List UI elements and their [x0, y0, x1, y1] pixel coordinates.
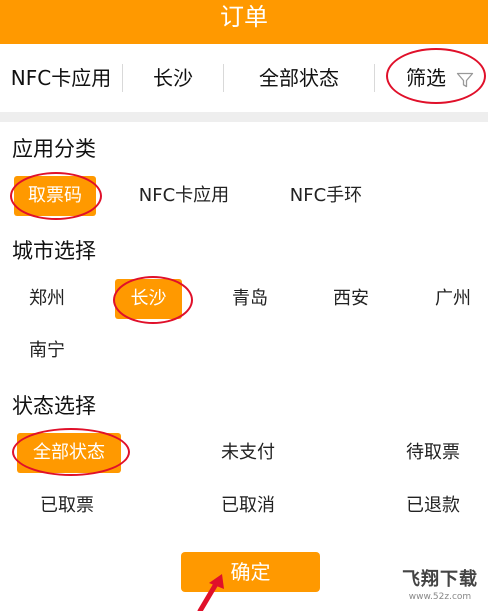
- city-option-qingdao[interactable]: 青岛: [217, 279, 283, 319]
- filter-city-tab[interactable]: 长沙: [123, 44, 223, 112]
- city-option-zhengzhou[interactable]: 郑州: [14, 279, 80, 319]
- annotation-circle-status: [12, 428, 130, 476]
- category-option-nfc-card[interactable]: NFC卡应用: [128, 176, 240, 216]
- annotation-circle-category: [10, 172, 102, 220]
- watermark-url-text: www.52z.com: [408, 592, 472, 602]
- city-option-nanning[interactable]: 南宁: [14, 331, 80, 371]
- filter-divider: [374, 64, 375, 92]
- watermark-logo: 飞翔下载 www.52z.com: [395, 569, 485, 609]
- status-option-cancelled[interactable]: 已取消: [196, 486, 300, 526]
- app-header: 订单: [0, 0, 488, 44]
- annotation-circle-city: [113, 276, 193, 324]
- section-divider-band: [0, 112, 488, 122]
- status-option-refunded[interactable]: 已退款: [381, 486, 485, 526]
- watermark-main-text: 飞翔下载: [402, 569, 478, 590]
- status-option-unpaid[interactable]: 未支付: [196, 433, 300, 473]
- city-option-guangzhou[interactable]: 广州: [420, 279, 486, 319]
- annotation-circle-filter: [386, 48, 486, 104]
- status-option-picked-up[interactable]: 已取票: [15, 486, 119, 526]
- city-option-xian[interactable]: 西安: [318, 279, 384, 319]
- annotation-arrow-icon: [197, 574, 224, 611]
- city-section-title: 城市选择: [12, 239, 96, 263]
- page-title: 订单: [220, 3, 268, 31]
- category-section-title: 应用分类: [12, 137, 96, 161]
- status-section-title: 状态选择: [12, 394, 96, 418]
- status-option-pending-pickup[interactable]: 待取票: [381, 433, 485, 473]
- filter-category-tab[interactable]: NFC卡应用: [0, 44, 122, 112]
- filter-status-tab[interactable]: 全部状态: [224, 44, 374, 112]
- category-option-nfc-band[interactable]: NFC手环: [276, 176, 376, 216]
